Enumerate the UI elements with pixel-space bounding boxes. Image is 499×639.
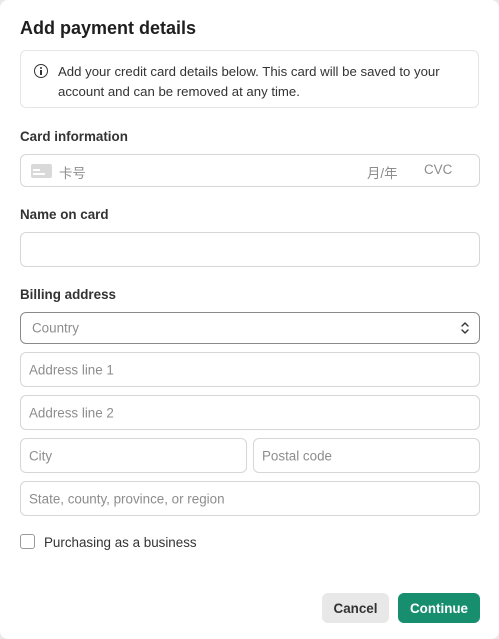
- card-information-label: Card information: [20, 129, 128, 144]
- region-input[interactable]: State, county, province, or region: [20, 481, 480, 516]
- payment-dialog: Add payment details Add your credit card…: [0, 0, 499, 639]
- address-line1-input[interactable]: Address line 1: [20, 352, 480, 387]
- card-number-input[interactable]: 卡号: [59, 162, 86, 182]
- city-placeholder: City: [29, 448, 53, 463]
- info-notice: Add your credit card details below. This…: [20, 50, 479, 108]
- cancel-button[interactable]: Cancel: [322, 593, 389, 623]
- name-on-card-input[interactable]: [20, 232, 480, 267]
- continue-button[interactable]: Continue: [398, 593, 480, 623]
- cvc-input[interactable]: CVC: [424, 162, 452, 177]
- billing-address-label: Billing address: [20, 287, 116, 302]
- card-information-field[interactable]: 卡号 月/年 CVC: [20, 154, 480, 187]
- dialog-title: Add payment details: [20, 18, 197, 38]
- expiry-input[interactable]: 月/年: [367, 162, 398, 182]
- address-line2-input[interactable]: Address line 2: [20, 395, 480, 430]
- postal-code-input[interactable]: Postal code: [253, 438, 480, 473]
- info-icon: [34, 64, 48, 78]
- country-select[interactable]: Country: [20, 312, 480, 344]
- info-text: Add your credit card details below. This…: [58, 64, 440, 99]
- postal-code-placeholder: Postal code: [262, 448, 332, 463]
- address-line2-placeholder: Address line 2: [29, 405, 114, 420]
- business-checkbox[interactable]: [20, 534, 35, 549]
- chevron-up-down-icon: [461, 322, 469, 334]
- name-on-card-label: Name on card: [20, 207, 109, 222]
- city-input[interactable]: City: [20, 438, 247, 473]
- credit-card-icon: [31, 164, 52, 178]
- address-line1-placeholder: Address line 1: [29, 362, 114, 377]
- business-checkbox-label[interactable]: Purchasing as a business: [44, 535, 197, 550]
- country-placeholder: Country: [32, 320, 79, 336]
- region-placeholder: State, county, province, or region: [29, 491, 225, 506]
